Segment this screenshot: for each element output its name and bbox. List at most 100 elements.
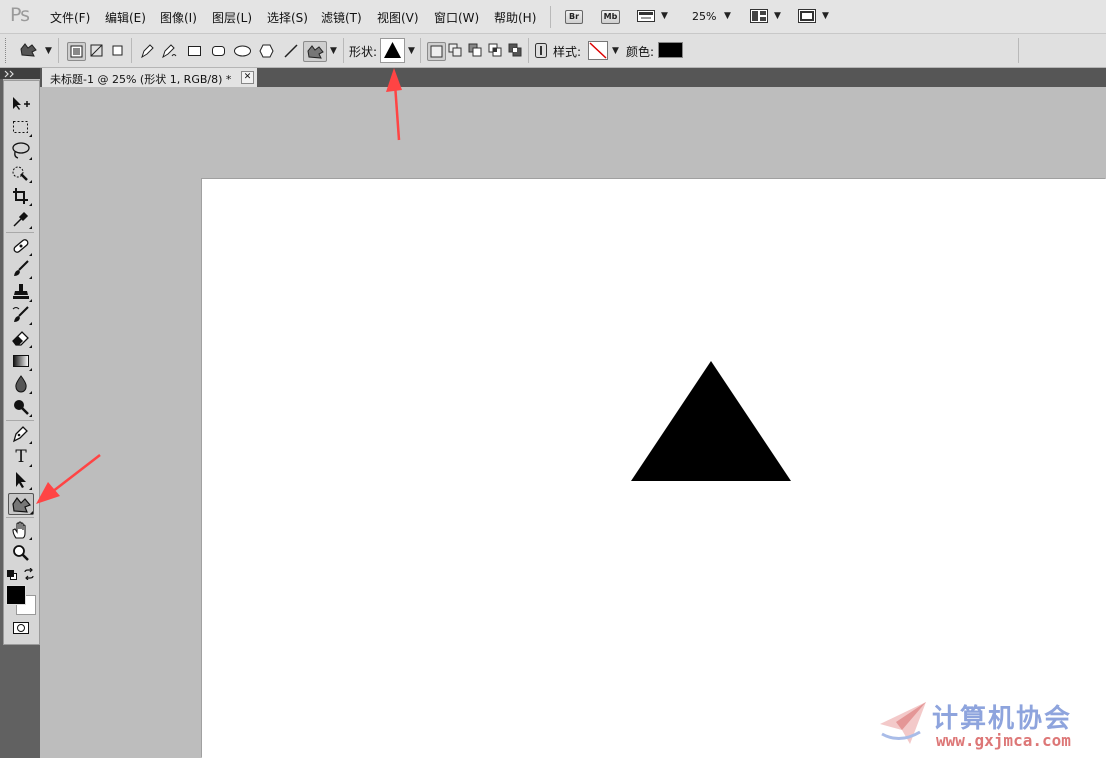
lasso-tool[interactable] — [10, 140, 32, 160]
photoshop-logo: Ps — [10, 4, 30, 26]
bridge-button[interactable]: Br — [565, 10, 583, 24]
chevron-down-icon[interactable]: ▼ — [724, 11, 731, 21]
add-to-shape-button[interactable] — [447, 42, 464, 59]
quick-selection-tool[interactable] — [10, 163, 32, 183]
menu-filter[interactable]: 滤镜(T) — [321, 9, 362, 26]
custom-shape-option[interactable] — [303, 41, 327, 62]
color-swatch[interactable] — [658, 42, 683, 58]
rectangle-option[interactable] — [186, 42, 203, 59]
default-colors-button[interactable] — [7, 569, 17, 580]
menu-edit[interactable]: 编辑(E) — [105, 9, 146, 26]
shape-picker[interactable] — [380, 38, 405, 63]
view-extras-button[interactable] — [637, 9, 655, 23]
ellipse-option[interactable] — [233, 42, 252, 59]
crop-tool[interactable] — [10, 186, 32, 206]
dodge-tool[interactable] — [10, 397, 32, 417]
add-shape-icon — [448, 43, 462, 57]
line-icon — [284, 44, 298, 58]
watermark-url: www.gxjmca.com — [936, 731, 1071, 750]
subtract-shape-button[interactable] — [467, 42, 484, 59]
chevron-down-icon[interactable]: ▼ — [330, 46, 337, 56]
screen-mode-icon — [798, 9, 816, 23]
grid-icon — [750, 9, 768, 23]
triangle-shape[interactable] — [630, 360, 792, 482]
chevron-down-icon[interactable]: ▼ — [822, 11, 829, 21]
zoom-level[interactable]: 25% — [692, 10, 716, 23]
close-icon[interactable]: ✕ — [241, 71, 254, 84]
mini-bridge-button[interactable]: Mb — [601, 10, 620, 24]
brush-tool[interactable] — [10, 259, 32, 279]
marquee-tool[interactable] — [10, 117, 32, 137]
menu-select[interactable]: 选择(S) — [267, 9, 308, 26]
options-divider — [58, 38, 59, 63]
color-label: 颜色: — [626, 45, 655, 59]
blur-tool[interactable] — [10, 374, 32, 394]
menu-help[interactable]: 帮助(H) — [494, 9, 536, 26]
quick-mask-icon — [13, 622, 29, 634]
toolbar-divider — [6, 420, 34, 421]
move-tool[interactable] — [10, 94, 32, 114]
shape-layers-button[interactable] — [67, 42, 86, 61]
toolbar-header[interactable] — [0, 68, 40, 79]
chevron-down-icon[interactable]: ▼ — [408, 46, 415, 56]
intersect-shape-button[interactable] — [487, 42, 504, 59]
create-new-shape-layer-button[interactable] — [427, 42, 446, 61]
chevron-down-icon[interactable]: ▼ — [612, 46, 619, 56]
screen-mode-button[interactable] — [798, 9, 816, 23]
freeform-pen-icon — [162, 44, 177, 59]
swap-colors-button[interactable] — [23, 567, 35, 581]
options-divider — [131, 38, 132, 63]
type-tool[interactable]: T — [10, 447, 32, 467]
chevron-down-icon[interactable]: ▼ — [774, 11, 781, 21]
shape-label: 形状: — [349, 45, 378, 59]
chevron-down-icon[interactable]: ▼ — [661, 11, 668, 21]
menu-view[interactable]: 视图(V) — [377, 9, 419, 26]
zoom-tool[interactable] — [10, 543, 32, 563]
polygon-icon — [259, 44, 274, 58]
menu-window[interactable]: 窗口(W) — [434, 9, 479, 26]
watermark-title: 计算机协会 — [932, 704, 1073, 734]
menu-image[interactable]: 图像(I) — [160, 9, 197, 26]
rounded-rectangle-icon — [212, 46, 225, 56]
arrange-documents-button[interactable] — [750, 9, 768, 23]
gradient-tool[interactable] — [10, 351, 32, 371]
line-option[interactable] — [282, 42, 299, 59]
style-label: 样式: — [553, 45, 582, 59]
ellipse-icon — [234, 45, 251, 57]
pen-tool-option[interactable] — [139, 42, 156, 59]
polygon-option[interactable] — [258, 42, 275, 59]
shape-layer-icon — [70, 45, 83, 58]
swap-arrow-icon — [24, 567, 34, 581]
clone-stamp-tool[interactable] — [10, 282, 32, 302]
chevron-down-icon[interactable]: ▼ — [45, 46, 52, 56]
pen-icon — [141, 44, 154, 59]
style-picker[interactable] — [588, 41, 608, 60]
quick-mask-button[interactable] — [11, 620, 31, 636]
exclude-overlap-button[interactable] — [507, 42, 524, 59]
history-brush-tool[interactable] — [10, 305, 32, 325]
menu-layer[interactable]: 图层(L) — [212, 9, 252, 26]
spot-healing-brush-tool[interactable] — [10, 236, 32, 256]
freeform-pen-option[interactable] — [160, 42, 177, 59]
default-colors-icon — [7, 570, 17, 580]
fill-pixels-button[interactable] — [109, 42, 126, 59]
paths-button[interactable] — [88, 42, 105, 59]
rounded-rectangle-option[interactable] — [210, 42, 227, 59]
eyedropper-tool[interactable] — [10, 209, 32, 229]
hand-tool[interactable] — [10, 520, 32, 540]
options-divider — [343, 38, 344, 63]
path-selection-tool[interactable] — [10, 470, 32, 490]
magnifier-icon — [13, 545, 29, 561]
link-style-button[interactable] — [534, 42, 548, 59]
double-chevron-icon — [4, 70, 14, 78]
options-grip — [5, 38, 8, 63]
text-icon: T — [15, 447, 27, 467]
pen-tool[interactable] — [10, 424, 32, 444]
link-icon — [535, 43, 547, 58]
menu-file[interactable]: 文件(F) — [50, 9, 90, 26]
toolbar-background — [0, 645, 40, 758]
tool-preset-picker[interactable] — [18, 41, 40, 59]
eraser-tool[interactable] — [10, 328, 32, 348]
foreground-color-swatch[interactable] — [6, 585, 26, 605]
path-icon — [90, 44, 103, 57]
